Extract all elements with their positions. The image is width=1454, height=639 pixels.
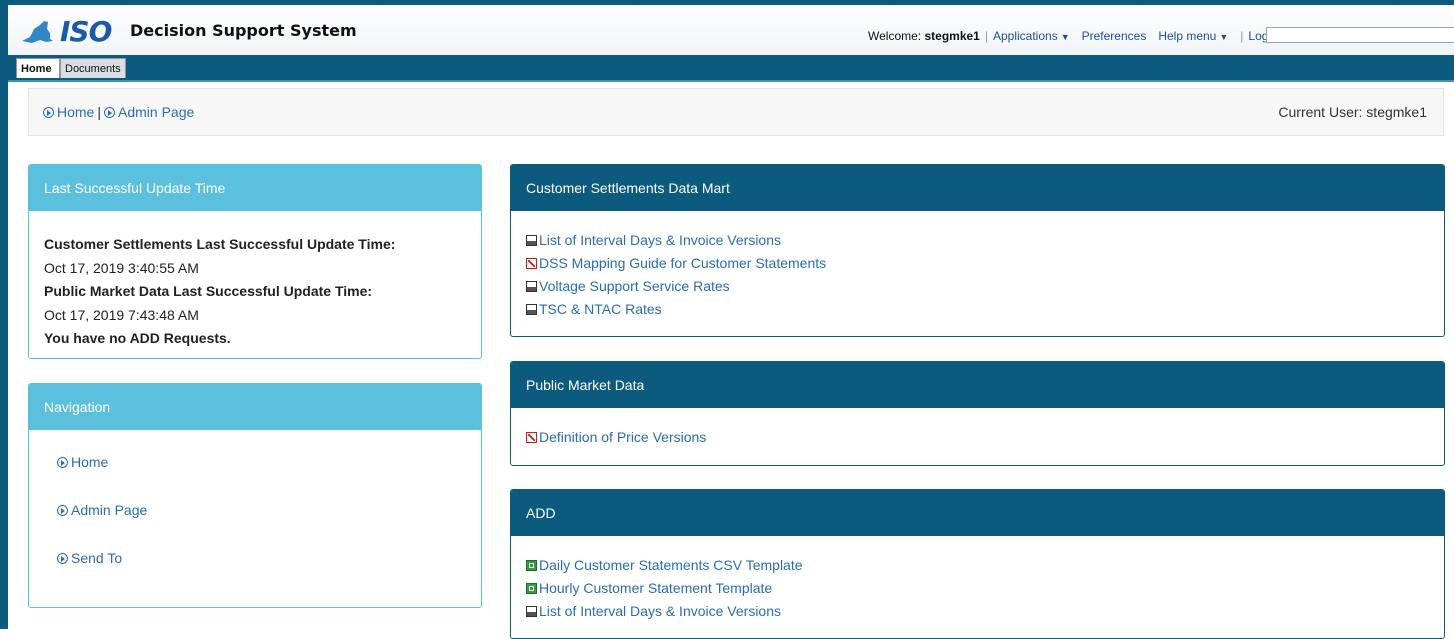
pm-update-time: Oct 17, 2019 7:43:48 AM [44,306,199,323]
current-user: Current User: stegmke1 [1278,104,1427,120]
circle-arrow-icon [57,553,68,564]
tab-home[interactable]: Home [16,58,60,78]
breadcrumb-separator: | [97,104,101,120]
circle-arrow-icon [57,505,68,516]
public-market-panel: Public Market Data Definition of Price V… [510,361,1445,466]
tab-bar-underline [8,80,1454,82]
link-interval-days[interactable]: List of Interval Days & Invoice Versions [526,229,1429,252]
panel-title: Public Market Data [511,362,1444,408]
link-voltage-support[interactable]: Voltage Support Service Rates [526,275,1429,298]
cs-data-mart-links: List of Interval Days & Invoice Versions… [511,211,1444,321]
add-links: Daily Customer Statements CSV Template H… [511,536,1444,623]
link-label: Definition of Price Versions [539,429,707,445]
panel-title: Navigation [29,384,481,430]
link-daily-csv-template[interactable]: Daily Customer Statements CSV Template [526,554,1429,577]
cs-data-mart-panel: Customer Settlements Data Mart List of I… [510,164,1445,337]
panel-title: Customer Settlements Data Mart [511,165,1444,211]
logo-text: ISO [60,15,112,48]
link-label: List of Interval Days & Invoice Versions [539,603,781,619]
cs-update-time: Oct 17, 2019 3:40:55 AM [44,259,199,276]
panel-title: Last Successful Update Time [29,165,481,211]
frame-left-border [0,0,8,629]
nav-item-admin-page[interactable]: Admin Page [57,496,481,544]
add-panel: ADD Daily Customer Statements CSV Templa… [510,489,1445,639]
panel-title: ADD [511,490,1444,536]
navigation-panel: Navigation Home Admin Page Send To [28,383,482,608]
welcome-message: Welcome: stegmke1 [868,29,980,43]
link-label: Voltage Support Service Rates [539,278,730,294]
search-input[interactable] [1266,27,1454,43]
link-price-versions[interactable]: Definition of Price Versions [526,426,1429,449]
pdf-icon [526,258,537,269]
breadcrumb-bar: Home | Admin Page Current User: stegmke1 [28,88,1444,136]
link-label: Daily Customer Statements CSV Template [539,557,803,573]
document-icon [526,606,537,617]
link-tsc-ntac-rates[interactable]: TSC & NTAC Rates [526,298,1429,321]
link-label: Hourly Customer Statement Template [539,580,773,596]
app-header: ISO Decision Support System Welcome: ste… [8,5,1454,55]
nav-item-label: Home [71,454,109,470]
tab-bar: Home Documents [8,55,1454,80]
new-york-state-icon [22,21,53,43]
document-icon [526,235,537,246]
breadcrumb-admin-label: Admin Page [118,104,195,120]
excel-icon [526,583,537,594]
applications-label: Applications [992,29,1058,43]
circle-arrow-icon [57,457,68,468]
nav-item-send-to[interactable]: Send To [57,544,481,592]
breadcrumb-home-label: Home [57,104,95,120]
link-interval-days[interactable]: List of Interval Days & Invoice Versions [526,600,1429,623]
pm-update-label: Public Market Data Last Successful Updat… [44,283,373,299]
link-hourly-template[interactable]: Hourly Customer Statement Template [526,577,1429,600]
document-icon [526,281,537,292]
circle-arrow-icon [43,107,54,118]
breadcrumb-home[interactable]: Home [43,104,94,120]
app-title: Decision Support System [130,21,357,40]
tab-documents[interactable]: Documents [60,58,126,78]
pdf-icon [526,432,537,443]
document-icon [526,304,537,315]
applications-menu[interactable]: Applications ▼ [993,29,1070,43]
link-label: List of Interval Days & Invoice Versions [539,232,781,248]
last-update-body: Customer Settlements Last Successful Upd… [29,211,481,351]
caret-down-icon: ▼ [1060,32,1070,42]
separator: | [1240,29,1244,43]
preferences-link[interactable]: Preferences [1082,29,1147,43]
nav-item-label: Send To [71,550,123,566]
cs-update-label: Customer Settlements Last Successful Upd… [44,236,396,252]
nav-item-label: Admin Page [71,502,148,518]
last-update-panel: Last Successful Update Time Customer Set… [28,164,482,359]
nav-item-home[interactable]: Home [57,448,481,496]
caret-down-icon: ▼ [1219,32,1229,42]
link-dss-mapping-guide[interactable]: DSS Mapping Guide for Customer Statement… [526,252,1429,275]
breadcrumb-admin-page[interactable]: Admin Page [104,104,194,120]
top-navigation: Welcome: stegmke1 | Applications ▼ Prefer… [868,29,1285,43]
navigation-list: Home Admin Page Send To [29,430,481,592]
welcome-username: stegmke1 [924,29,980,43]
link-label: TSC & NTAC Rates [539,301,662,317]
circle-arrow-icon [104,107,115,118]
link-label: DSS Mapping Guide for Customer Statement… [539,255,827,271]
public-market-links: Definition of Price Versions [511,408,1444,449]
excel-icon [526,560,537,571]
help-menu[interactable]: Help menu ▼ [1158,29,1228,43]
add-requests-message: You have no ADD Requests. [44,330,231,346]
help-menu-label: Help menu [1158,29,1217,43]
breadcrumb: Home | Admin Page [43,104,194,120]
separator: | [984,29,988,43]
welcome-label: Welcome: [868,29,922,43]
